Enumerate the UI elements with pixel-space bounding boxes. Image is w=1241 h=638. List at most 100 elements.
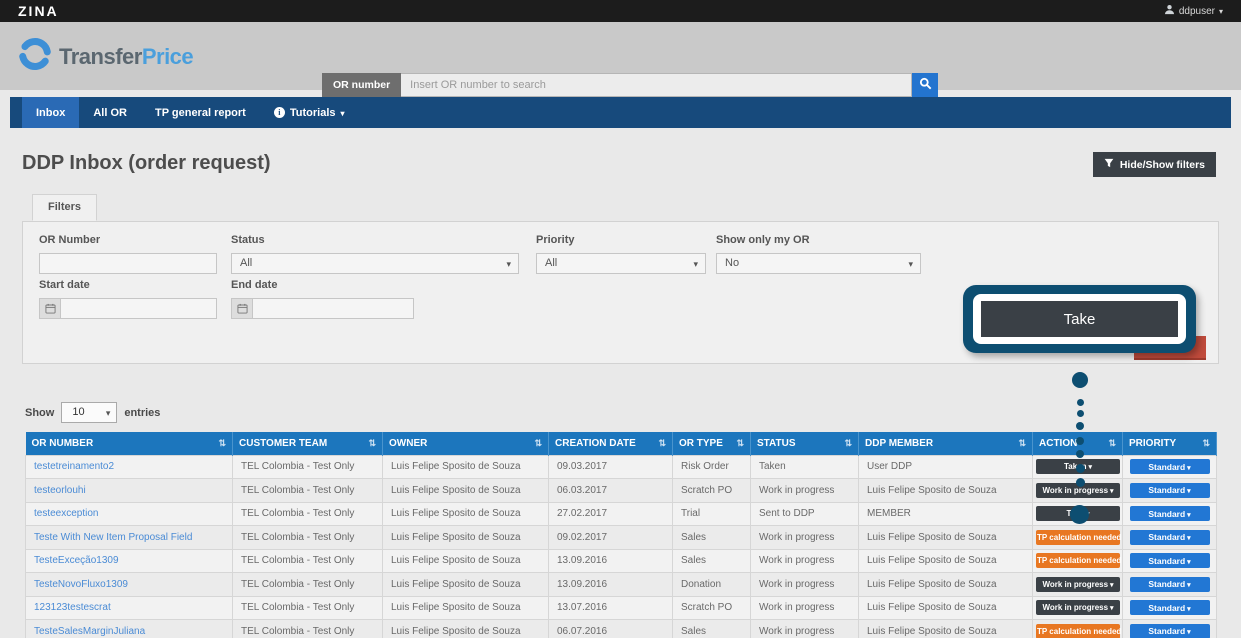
- action-button[interactable]: TP calculation needed: [1036, 624, 1120, 638]
- annotation-dot: [1072, 372, 1088, 388]
- or-number-input[interactable]: [39, 253, 217, 274]
- action-button[interactable]: Work in progress: [1036, 600, 1120, 615]
- sort-icon: [218, 438, 226, 449]
- hide-show-filters-button[interactable]: Hide/Show filters: [1093, 152, 1216, 177]
- table-row: testeexception TEL Colombia - Test Only …: [26, 502, 1217, 526]
- status-select[interactable]: All: [231, 253, 519, 274]
- main-nav: Inbox All OR TP general report i Tutoria…: [10, 97, 1231, 128]
- calendar-icon: [231, 298, 252, 319]
- table-row: testeorlouhi TEL Colombia - Test Only Lu…: [26, 479, 1217, 503]
- show-label: Show: [25, 407, 54, 419]
- sort-icon: [1202, 438, 1210, 449]
- priority-button[interactable]: Standard: [1130, 483, 1210, 498]
- priority-button[interactable]: Standard: [1130, 459, 1210, 474]
- start-date-label: Start date: [39, 279, 217, 291]
- priority-button[interactable]: Standard: [1130, 553, 1210, 568]
- filter-icon: [1104, 158, 1114, 171]
- table-row: TesteSalesMarginJuliana TEL Colombia - T…: [26, 620, 1217, 638]
- take-callout-button[interactable]: Take: [981, 301, 1178, 337]
- entries-label: entries: [124, 407, 160, 419]
- action-button[interactable]: TP calculation needed: [1036, 553, 1120, 568]
- page-size-select[interactable]: 10: [61, 402, 117, 423]
- annotation-dot: [1076, 478, 1085, 487]
- table-row: Teste With New Item Proposal Field TEL C…: [26, 526, 1217, 550]
- table-header-row: OR NUMBER CUSTOMER TEAM OWNER CREATION D…: [26, 432, 1217, 455]
- tab-all-or[interactable]: All OR: [79, 97, 141, 128]
- show-only-my-or-field-group: Show only my OR No: [716, 234, 921, 274]
- search-input[interactable]: [401, 73, 912, 97]
- priority-button[interactable]: Standard: [1130, 506, 1210, 521]
- take-callout-frame: Take: [973, 294, 1186, 344]
- or-number-label: OR Number: [39, 234, 217, 246]
- transferprice-logo: TransferPrice: [18, 37, 193, 76]
- table-row: TesteExceção1309 TEL Colombia - Test Onl…: [26, 549, 1217, 573]
- sort-icon: [1018, 438, 1026, 449]
- transferprice-logo-icon: [18, 37, 52, 76]
- priority-button[interactable]: Standard: [1130, 600, 1210, 615]
- or-number-link[interactable]: TesteNovoFluxo1309: [34, 579, 128, 590]
- col-header-or-number[interactable]: OR NUMBER: [26, 432, 233, 455]
- or-number-link[interactable]: TesteExceção1309: [34, 555, 119, 566]
- annotation-dot: [1070, 505, 1089, 524]
- priority-button[interactable]: Standard: [1130, 577, 1210, 592]
- annotation-dot: [1076, 464, 1085, 473]
- filters-tab[interactable]: Filters: [32, 194, 97, 221]
- col-header-status[interactable]: STATUS: [751, 432, 859, 455]
- or-number-link[interactable]: Teste With New Item Proposal Field: [34, 532, 192, 543]
- app-header: TransferPrice OR number: [0, 22, 1241, 90]
- annotation-dot: [1076, 437, 1084, 445]
- or-number-link[interactable]: testeexception: [34, 508, 99, 519]
- or-number-field-group: OR Number: [39, 234, 217, 274]
- or-number-link[interactable]: TesteSalesMarginJuliana: [34, 626, 145, 637]
- top-bar: ZINA ddpuser: [0, 0, 1241, 22]
- or-number-link[interactable]: 123123testescrat: [34, 602, 111, 613]
- search-icon: [919, 77, 932, 93]
- action-button[interactable]: TP calculation needed: [1036, 530, 1120, 545]
- priority-button[interactable]: Standard: [1130, 624, 1210, 638]
- user-menu[interactable]: ddpuser: [1164, 4, 1223, 18]
- or-number-addon-label: OR number: [322, 73, 401, 97]
- table-row: TesteNovoFluxo1309 TEL Colombia - Test O…: [26, 573, 1217, 597]
- col-header-priority[interactable]: PRIORITY: [1123, 432, 1217, 455]
- table-row: testetreinamento2 TEL Colombia - Test On…: [26, 455, 1217, 479]
- priority-label: Priority: [536, 234, 706, 246]
- or-number-link[interactable]: testetreinamento2: [34, 461, 114, 472]
- search-button[interactable]: [912, 73, 938, 97]
- take-callout: Take: [963, 285, 1196, 353]
- or-number-link[interactable]: testeorlouhi: [34, 485, 86, 496]
- show-only-my-or-select[interactable]: No: [716, 253, 921, 274]
- table-length-control: Show 10 entries: [25, 402, 1241, 423]
- show-only-my-or-label: Show only my OR: [716, 234, 921, 246]
- tab-tutorials[interactable]: i Tutorials: [260, 97, 359, 128]
- end-date-label: End date: [231, 279, 414, 291]
- priority-select[interactable]: All: [536, 253, 706, 274]
- sort-icon: [844, 438, 852, 449]
- tab-tp-general-report[interactable]: TP general report: [141, 97, 260, 128]
- sort-icon: [658, 438, 666, 449]
- col-header-customer-team[interactable]: CUSTOMER TEAM: [233, 432, 383, 455]
- col-header-owner[interactable]: OWNER: [383, 432, 549, 455]
- zina-logo: ZINA: [18, 3, 59, 19]
- priority-button[interactable]: Standard: [1130, 530, 1210, 545]
- end-date-input[interactable]: [252, 298, 414, 319]
- priority-field-group: Priority All: [536, 234, 706, 274]
- tab-inbox[interactable]: Inbox: [22, 97, 79, 128]
- chevron-down-icon: [341, 107, 345, 119]
- annotation-dot: [1077, 410, 1084, 417]
- or-table: OR NUMBER CUSTOMER TEAM OWNER CREATION D…: [25, 432, 1217, 638]
- col-header-or-type[interactable]: OR TYPE: [673, 432, 751, 455]
- status-label: Status: [231, 234, 519, 246]
- col-header-ddp-member[interactable]: DDP MEMBER: [859, 432, 1033, 455]
- action-button[interactable]: Work in progress: [1036, 577, 1120, 592]
- user-icon: [1164, 4, 1175, 18]
- annotation-dot: [1077, 399, 1084, 406]
- filters-tab-row: Filters: [22, 194, 1219, 221]
- col-header-creation-date[interactable]: CREATION DATE: [549, 432, 673, 455]
- start-date-input[interactable]: [60, 298, 217, 319]
- calendar-icon: [39, 298, 60, 319]
- sort-icon: [736, 438, 744, 449]
- sort-icon: [368, 438, 376, 449]
- annotation-dot: [1076, 422, 1084, 430]
- status-field-group: Status All: [231, 234, 519, 274]
- sort-icon: [534, 438, 542, 449]
